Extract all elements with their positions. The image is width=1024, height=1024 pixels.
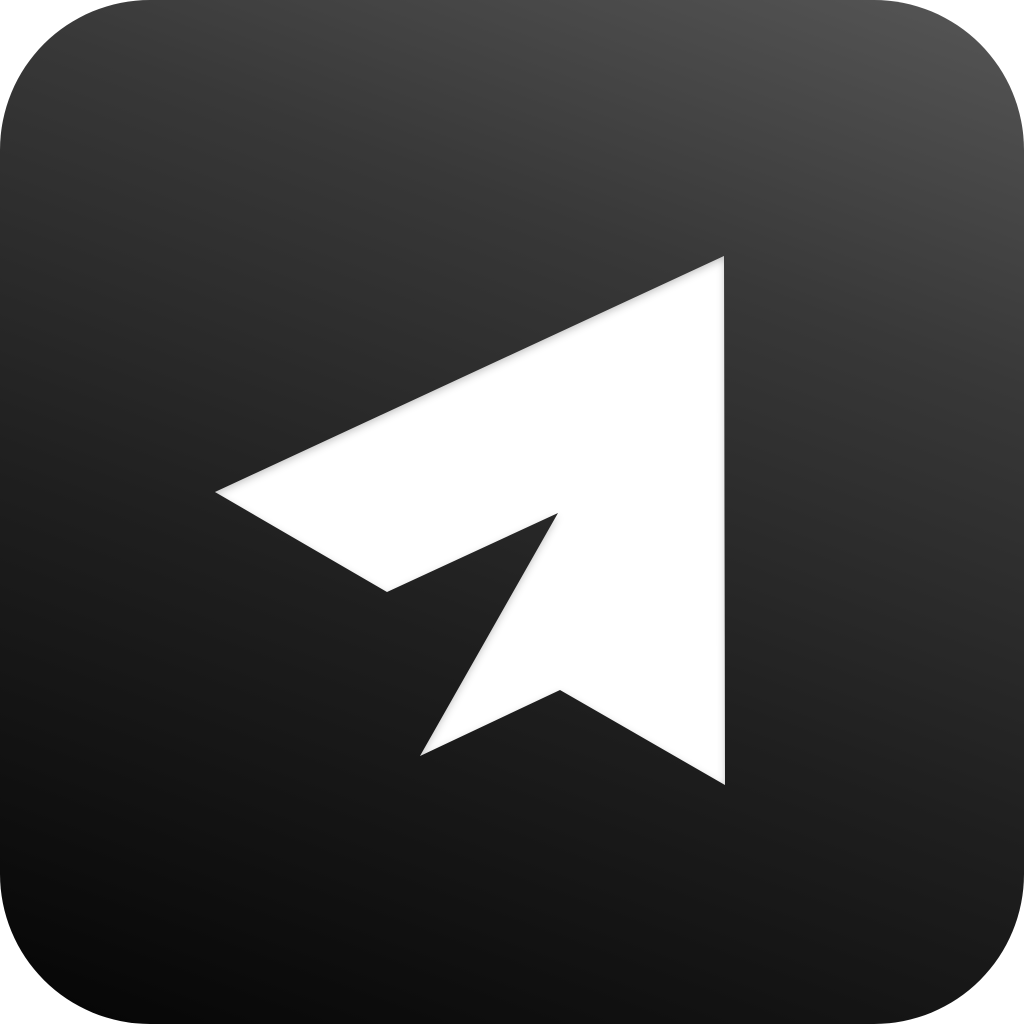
- paper-plane-icon: [215, 256, 725, 785]
- app-icon[interactable]: [0, 0, 1024, 1024]
- paper-plane-shape: [215, 256, 725, 785]
